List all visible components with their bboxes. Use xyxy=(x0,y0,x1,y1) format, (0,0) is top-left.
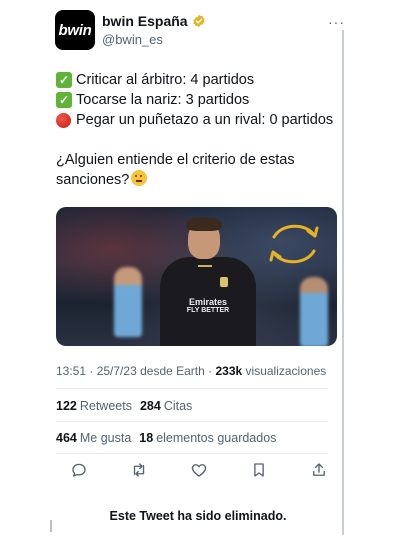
thread-line-fragment xyxy=(50,520,52,532)
stats-row-reposts: 122 Retweets 284 Citas xyxy=(56,399,192,413)
tweet-line-text: Tocarse la nariz: 3 partidos xyxy=(76,92,250,108)
thinking-face-icon xyxy=(131,170,148,186)
player-figure: Emirates FLY BETTER xyxy=(152,217,267,346)
retweets-stat[interactable]: 122 Retweets xyxy=(56,399,132,413)
reply-icon[interactable] xyxy=(70,461,88,479)
likes-label: Me gusta xyxy=(79,431,132,445)
like-icon[interactable] xyxy=(190,461,208,479)
tweet-line: Pegar un puñetazo a un rival: 0 partidos xyxy=(56,110,346,130)
retweets-count: 122 xyxy=(56,399,77,413)
quotes-label: Citas xyxy=(163,399,193,413)
tweet-question-text: ¿Alguien entiende el criterio de estas s… xyxy=(56,152,295,188)
tweet-header: bwin bwin España @bwin_es ··· xyxy=(55,10,345,54)
divider xyxy=(56,453,328,454)
display-name[interactable]: bwin España xyxy=(102,13,188,29)
background-player-right xyxy=(300,277,328,346)
deleted-tweet-notice: Este Tweet ha sido eliminado. xyxy=(109,509,287,523)
swap-arrows-icon xyxy=(269,224,319,264)
tweet-metadata: 13:51 · 25/7/23 desde Earth · 233k visua… xyxy=(56,364,327,378)
stats-row-likes: 464 Me gusta 18 elementos guardados xyxy=(56,431,276,445)
tweet-line-text: Pegar un puñetazo a un rival: 0 partidos xyxy=(76,112,334,128)
bookmarks-label: elementos guardados xyxy=(156,431,277,445)
retweet-icon[interactable] xyxy=(130,461,148,479)
quotes-count: 284 xyxy=(139,399,161,413)
tweet-text: ✓ Criticar al árbitro: 4 partidos ✓ Toca… xyxy=(56,70,346,190)
check-mark-icon: ✓ xyxy=(56,92,72,108)
player-hair xyxy=(186,217,222,231)
tweet-line-text: Criticar al árbitro: 4 partidos xyxy=(76,72,255,88)
retweets-label: Retweets xyxy=(79,399,132,413)
views-count: 233k xyxy=(215,364,243,378)
logo-text: bwin xyxy=(58,21,92,39)
divider xyxy=(56,421,328,422)
shirt-sponsor: Emirates xyxy=(188,297,228,307)
tweet-date[interactable]: 25/7/23 xyxy=(97,364,137,378)
tweet-card: bwin bwin España @bwin_es ··· ✓ Criticar… xyxy=(48,0,348,537)
shirt-sponsor-tagline: FLY BETTER xyxy=(186,307,230,314)
bookmarks-count: 18 xyxy=(139,431,154,445)
divider xyxy=(56,388,328,389)
likes-count: 464 xyxy=(56,431,77,445)
background-player-left xyxy=(114,267,142,337)
tweet-line: ✓ Tocarse la nariz: 3 partidos xyxy=(56,90,346,110)
views-label: visualizaciones xyxy=(245,364,327,378)
likes-stat[interactable]: 464 Me gusta xyxy=(56,431,131,445)
share-icon[interactable] xyxy=(310,461,328,479)
action-bar xyxy=(70,460,328,480)
verified-badge-icon xyxy=(193,14,205,28)
tweet-time[interactable]: 13:51 xyxy=(56,364,86,378)
tweet-source: desde Earth xyxy=(140,364,205,378)
red-circle-icon xyxy=(56,112,71,128)
tweet-media-image[interactable]: Emirates FLY BETTER xyxy=(56,207,337,346)
quotes-stat[interactable]: 284 Citas xyxy=(140,399,192,413)
name-row: bwin España xyxy=(102,13,206,29)
check-mark-icon: ✓ xyxy=(56,72,72,88)
user-handle[interactable]: @bwin_es xyxy=(102,32,163,47)
tweet-question: ¿Alguien entiende el criterio de estas s… xyxy=(56,150,346,190)
more-icon[interactable]: ··· xyxy=(328,14,345,30)
avatar[interactable]: bwin xyxy=(55,10,95,50)
bookmark-icon[interactable] xyxy=(250,461,268,479)
tweet-line: ✓ Criticar al árbitro: 4 partidos xyxy=(56,70,346,90)
bookmarks-stat[interactable]: 18 elementos guardados xyxy=(139,431,276,445)
club-crest-icon xyxy=(220,277,228,287)
